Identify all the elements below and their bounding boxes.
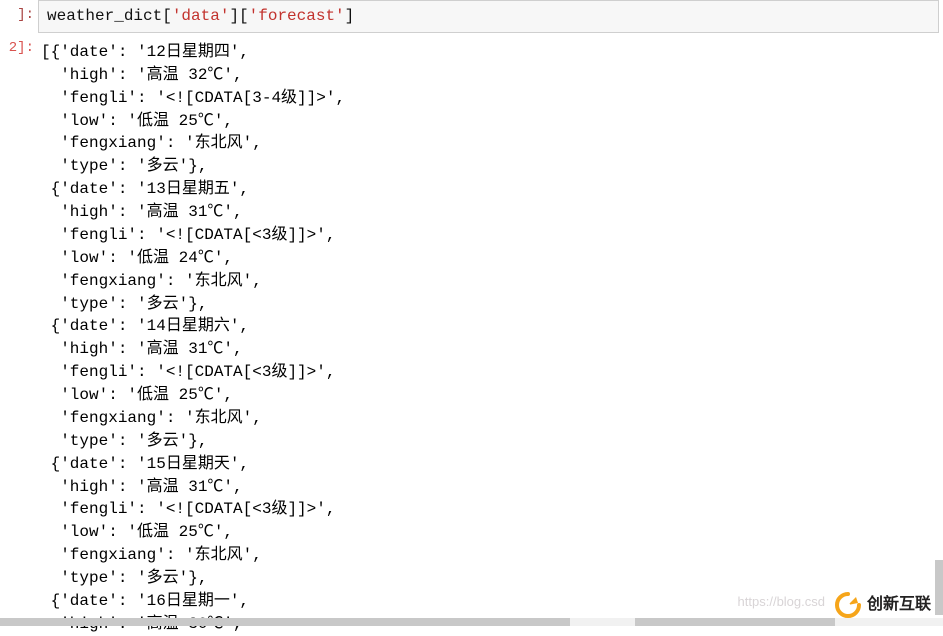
output-line: 'fengli': '<![CDATA[<3级]]>', bbox=[41, 361, 937, 384]
horizontal-scrollbar-thumb-secondary[interactable] bbox=[635, 618, 835, 626]
input-prompt: ]: bbox=[0, 0, 38, 25]
output-line: 'type': '多云'}, bbox=[41, 293, 937, 316]
output-line: 'fengxiang': '东北风', bbox=[41, 270, 937, 293]
output-line: 'type': '多云'}, bbox=[41, 567, 937, 590]
output-line: 'high': '高温 31℃', bbox=[41, 201, 937, 224]
output-line: {'date': '14日星期六', bbox=[41, 315, 937, 338]
output-line: 'high': '高温 32℃', bbox=[41, 64, 937, 87]
output-line: 'fengxiang': '东北风', bbox=[41, 544, 937, 567]
output-line: 'low': '低温 25℃', bbox=[41, 384, 937, 407]
output-line: 'low': '低温 25℃', bbox=[41, 521, 937, 544]
output-line: 'fengxiang': '东北风', bbox=[41, 407, 937, 430]
input-cell-row: ]: weather_dict['data']['forecast'] bbox=[0, 0, 943, 33]
code-variable: weather_dict bbox=[47, 7, 162, 25]
vertical-scrollbar-thumb[interactable] bbox=[935, 560, 943, 615]
horizontal-scrollbar-thumb[interactable] bbox=[0, 618, 570, 626]
code-key-data: 'data' bbox=[172, 7, 230, 25]
output-line: 'fengli': '<![CDATA[3-4级]]>', bbox=[41, 87, 937, 110]
output-line: 'high': '高温 31℃', bbox=[41, 476, 937, 499]
output-text: [{'date': '12日星期四', 'high': '高温 32℃', 'f… bbox=[38, 33, 943, 636]
output-line: [{'date': '12日星期四', bbox=[41, 41, 937, 64]
output-prompt: 2]: bbox=[0, 33, 38, 58]
output-line: 'type': '多云'}, bbox=[41, 430, 937, 453]
output-line: 'fengli': '<![CDATA[<3级]]>', bbox=[41, 498, 937, 521]
output-line: 'high': '高温 31℃', bbox=[41, 338, 937, 361]
output-line: {'date': '15日星期天', bbox=[41, 453, 937, 476]
output-line: 'low': '低温 24℃', bbox=[41, 247, 937, 270]
output-line: 'fengxiang': '东北风', bbox=[41, 132, 937, 155]
output-line: 'low': '低温 25℃', bbox=[41, 110, 937, 133]
code-key-forecast: 'forecast' bbox=[249, 7, 345, 25]
output-line: 'type': '多云'}, bbox=[41, 155, 937, 178]
code-input-area[interactable]: weather_dict['data']['forecast'] bbox=[38, 0, 939, 33]
output-line: {'date': '13日星期五', bbox=[41, 178, 937, 201]
output-cell-row: 2]: [{'date': '12日星期四', 'high': '高温 32℃'… bbox=[0, 33, 943, 636]
output-line: 'fengli': '<![CDATA[<3级]]>', bbox=[41, 224, 937, 247]
output-line: {'date': '16日星期一', bbox=[41, 590, 937, 613]
